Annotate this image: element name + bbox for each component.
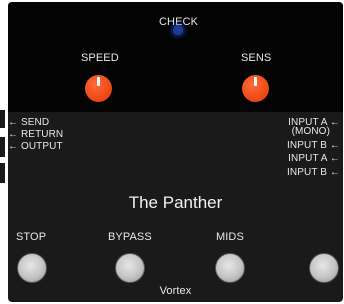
speed-knob-label: SPEED (81, 52, 119, 64)
mids-switch-label: MIDS (216, 231, 244, 243)
bypass-footswitch[interactable] (115, 253, 145, 283)
return-jack[interactable] (0, 137, 5, 157)
output-jack[interactable] (0, 163, 5, 183)
stop-switch-label: STOP (16, 231, 47, 243)
sens-knob[interactable] (242, 75, 269, 102)
sens-knob-label: SENS (241, 52, 272, 64)
brand-label: Vortex (159, 285, 192, 297)
stop-footswitch[interactable] (17, 253, 47, 283)
speed-knob[interactable] (85, 75, 112, 102)
fourth-footswitch[interactable] (309, 253, 339, 283)
control-panel: CHECK SPEED SENS (8, 2, 343, 112)
send-jack[interactable] (0, 110, 5, 128)
pedal-name: The Panther (128, 193, 223, 212)
bypass-switch-label: BYPASS (108, 231, 152, 243)
mids-footswitch[interactable] (215, 253, 245, 283)
speed-knob-pointer (97, 77, 100, 86)
input-a-label-2: INPUT A ← (288, 153, 340, 164)
input-b-label-2: INPUT B ← (287, 167, 340, 178)
pedal-body: CHECK SPEED SENS ← SEND ← RETURN ← OUTPU… (8, 2, 343, 302)
send-jack-label: ← SEND (8, 117, 50, 128)
return-jack-label: ← RETURN (8, 129, 64, 140)
sens-knob-pointer (254, 77, 257, 86)
check-led-indicator (173, 25, 183, 35)
mono-label: (MONO) (291, 126, 330, 137)
input-b-label-1: INPUT B ← (287, 140, 340, 151)
output-jack-label: ← OUTPUT (8, 141, 63, 152)
